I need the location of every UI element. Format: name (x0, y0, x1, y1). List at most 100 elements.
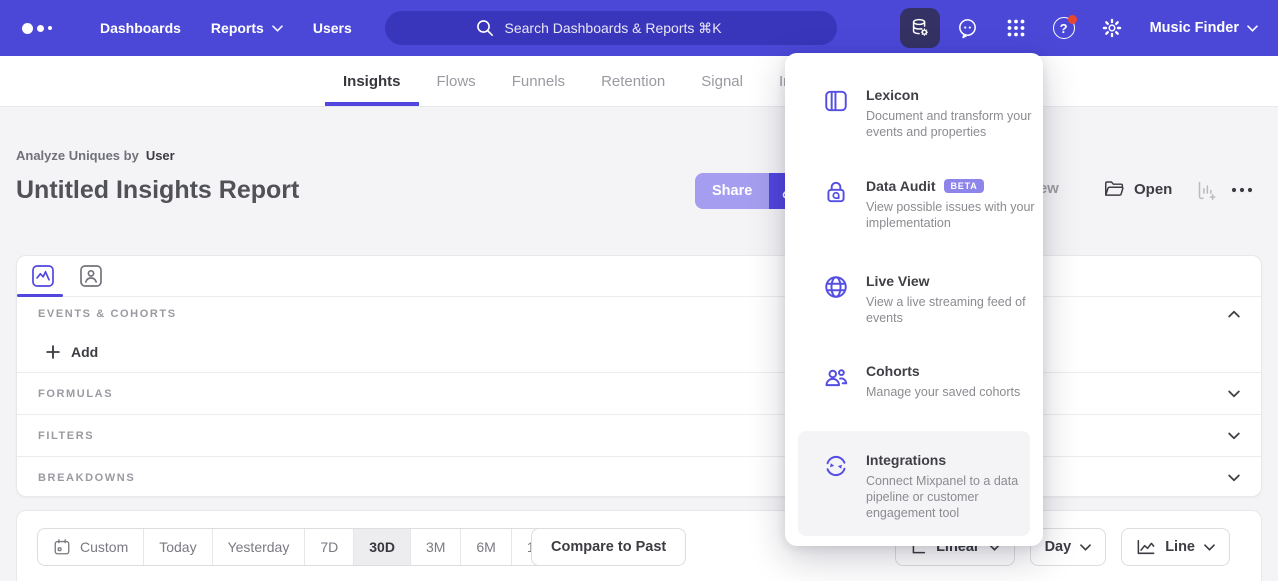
date-range-selector: Custom Today Yesterday 7D 30D 3M 6M 12M (37, 528, 570, 566)
range-3m[interactable]: 3M (411, 529, 461, 565)
project-name: Music Finder (1150, 20, 1239, 36)
range-30d[interactable]: 30D (354, 529, 411, 565)
help-icon[interactable]: ? (1044, 8, 1084, 48)
nav-link-users[interactable]: Users (313, 20, 352, 36)
menu-item-data-audit[interactable]: Data Audit BETA View possible issues wit… (823, 178, 1029, 231)
menu-item-desc: View a live streaming feed of events (866, 294, 1038, 326)
mixpanel-logo-icon[interactable] (22, 23, 70, 34)
interval-label: Day (1045, 539, 1072, 555)
menu-item-title: Data Audit (866, 178, 935, 194)
chevron-down-icon (1247, 25, 1258, 32)
compare-to-past-button[interactable]: Compare to Past (531, 528, 686, 566)
chart-toolbar-card: Custom Today Yesterday 7D 30D 3M 6M 12M … (16, 510, 1262, 581)
section-filters[interactable]: FILTERS (17, 414, 1261, 456)
section-events-cohorts[interactable]: EVENTS & COHORTS (17, 297, 1261, 331)
project-switcher[interactable]: Music Finder (1150, 20, 1262, 36)
report-tabbar: Insights Flows Funnels Retention Signal … (0, 56, 1278, 107)
menu-item-live-view[interactable]: Live View View a live streaming feed of … (823, 273, 1029, 326)
range-7d[interactable]: 7D (305, 529, 354, 565)
add-to-dashboard-icon[interactable] (1196, 180, 1217, 201)
menu-item-title: Lexicon (866, 87, 919, 103)
menu-item-desc: Document and transform your events and p… (866, 108, 1038, 140)
add-label: Add (71, 344, 98, 360)
menu-item-title: Integrations (866, 452, 946, 468)
global-search[interactable] (385, 11, 837, 45)
chart-type-label: Line (1165, 539, 1195, 555)
context-prefix: Analyze Uniques by (16, 148, 139, 163)
menu-item-integrations[interactable]: Integrations Connect Mixpanel to a data … (798, 431, 1030, 536)
tab-insights[interactable]: Insights (325, 56, 419, 106)
range-today[interactable]: Today (144, 529, 212, 565)
range-label: 3M (426, 539, 445, 555)
more-options-icon[interactable] (1230, 186, 1254, 194)
calendar-icon (53, 538, 71, 556)
chart-type-dropdown[interactable]: Line (1121, 528, 1230, 566)
data-management-icon[interactable] (900, 8, 940, 48)
chevron-up-icon[interactable] (1228, 310, 1240, 318)
settings-gear-icon[interactable] (1092, 8, 1132, 48)
range-label: Today (159, 539, 196, 555)
tab-flows[interactable]: Flows (419, 56, 494, 106)
beta-badge: BETA (944, 179, 983, 193)
tab-signal[interactable]: Signal (683, 56, 761, 106)
report-title[interactable]: Untitled Insights Report (16, 176, 299, 205)
tab-label: Flows (437, 73, 476, 90)
lexicon-icon (823, 88, 849, 114)
chevron-down-icon (1080, 544, 1091, 551)
compare-label: Compare to Past (551, 539, 666, 555)
mixpanel-app: Dashboards Reports Users (0, 0, 1278, 581)
section-breakdowns[interactable]: BREAKDOWNS (17, 456, 1261, 498)
profiles-mode-tab[interactable] (79, 264, 103, 288)
search-icon (476, 19, 494, 37)
section-formulas[interactable]: FORMULAS (17, 372, 1261, 414)
feedback-icon[interactable] (948, 8, 988, 48)
cohorts-icon (823, 364, 849, 390)
range-label: 7D (320, 539, 338, 555)
tab-retention[interactable]: Retention (583, 56, 683, 106)
notification-dot (1068, 15, 1077, 24)
open-report-button[interactable]: Open (1104, 180, 1172, 198)
menu-item-cohorts[interactable]: Cohorts Manage your saved cohorts (823, 363, 1029, 400)
report-tabs: Insights Flows Funnels Retention Signal … (325, 56, 842, 106)
range-6m[interactable]: 6M (461, 529, 511, 565)
menu-item-desc: View possible issues with your implement… (866, 199, 1038, 231)
nav-link-label: Users (313, 20, 352, 36)
range-label: 6M (476, 539, 495, 555)
events-mode-tab[interactable] (31, 264, 55, 288)
open-label: Open (1134, 181, 1172, 198)
search-input[interactable] (505, 20, 747, 36)
live-view-icon (823, 274, 849, 300)
range-yesterday[interactable]: Yesterday (213, 529, 306, 565)
apps-grid-icon[interactable] (996, 8, 1036, 48)
chevron-down-icon (272, 25, 283, 32)
range-label: Yesterday (228, 539, 290, 555)
plus-icon (46, 345, 60, 359)
range-custom[interactable]: Custom (38, 529, 144, 565)
share-button[interactable]: Share (695, 173, 769, 209)
line-chart-icon (1136, 538, 1156, 556)
tab-label: Signal (701, 73, 743, 90)
add-event-button[interactable]: Add (17, 331, 1261, 372)
tab-funnels[interactable]: Funnels (494, 56, 583, 106)
person-icon (79, 264, 103, 288)
data-management-menu: Lexicon Document and transform your even… (785, 53, 1043, 546)
chevron-down-icon[interactable] (1228, 432, 1240, 440)
range-label: Custom (80, 539, 128, 555)
chevron-down-icon[interactable] (1228, 390, 1240, 398)
tab-label: Funnels (512, 73, 565, 90)
nav-link-label: Reports (211, 20, 264, 36)
menu-item-lexicon[interactable]: Lexicon Document and transform your even… (823, 87, 1029, 140)
menu-item-desc: Manage your saved cohorts (866, 384, 1038, 400)
integrations-icon (823, 453, 849, 479)
builder-mode-tabs (17, 256, 1261, 297)
active-tab-underline (17, 294, 63, 297)
context-entity[interactable]: User (146, 148, 175, 163)
section-label: FILTERS (38, 430, 94, 442)
nav-link-dashboards[interactable]: Dashboards (100, 20, 181, 36)
chevron-down-icon[interactable] (1228, 474, 1240, 482)
chevron-down-icon (1204, 544, 1215, 551)
menu-item-title: Cohorts (866, 363, 920, 379)
menu-item-integrations-content: Integrations Connect Mixpanel to a data … (823, 452, 1022, 521)
nav-right-icons: ? Music Finder (900, 0, 1262, 56)
nav-link-reports[interactable]: Reports (211, 20, 283, 36)
